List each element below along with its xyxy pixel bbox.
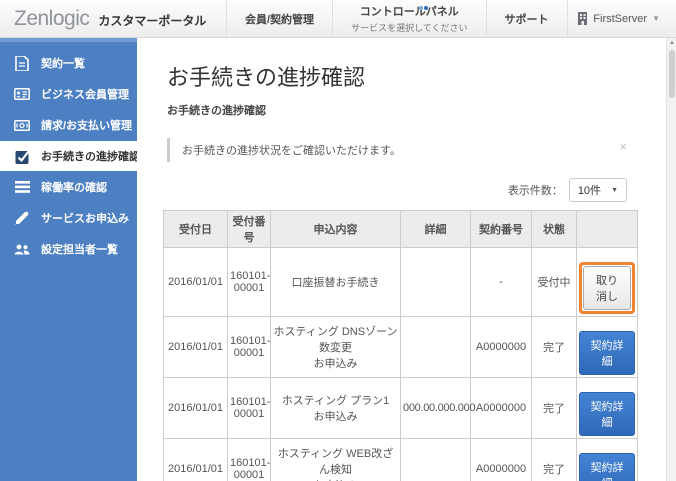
- cell-date: 2016/01/01: [164, 378, 228, 439]
- caret-down-icon: ▼: [652, 14, 660, 23]
- status-badge: 完了: [532, 439, 577, 481]
- col-header-action: [577, 211, 638, 248]
- sidebar-item-procedure-progress[interactable]: お手続きの進捗確認: [0, 141, 137, 171]
- table-row: 2016/01/01 160101-00001 口座振替お手続き - 受付中 取…: [164, 248, 638, 317]
- cell-content: ホスティング プラン1 お申込み: [271, 378, 401, 439]
- highlight-box: 取り消し: [579, 262, 635, 314]
- notice-banner: お手続きの進捗状況をご確認いただけます。 ×: [167, 138, 627, 162]
- main-content: お手続きの進捗確認 お手続きの進捗確認 お手続きの進捗状況をご確認いただけます。…: [137, 38, 666, 481]
- scrollbar[interactable]: ▲: [666, 38, 676, 481]
- sidebar-item-contract-list[interactable]: 契約一覧: [0, 48, 137, 78]
- list-icon: [14, 179, 30, 195]
- header-bar: Zenlogic カスタマーポータル 会員/契約管理 コントロールパネル サービ…: [0, 0, 676, 38]
- logo-text: Zenlogic: [14, 7, 89, 31]
- col-header-contract: 契約番号: [471, 211, 532, 248]
- display-count-top: 表示件数： 10件 ▼: [137, 178, 627, 202]
- cell-date: 2016/01/01: [164, 439, 228, 481]
- cell-contract: -: [471, 248, 532, 317]
- logo-subtitle: カスタマーポータル: [98, 12, 206, 29]
- cell-action: 取り消し: [577, 248, 638, 317]
- cell-number: 160101-00001: [228, 248, 271, 317]
- scrollbar-thumb[interactable]: [669, 50, 675, 98]
- cell-action: 契約詳細: [577, 317, 638, 378]
- header-nav: 会員/契約管理 コントロールパネル サービスを選択してください サポート: [226, 0, 568, 37]
- contract-detail-button[interactable]: 契約詳細: [579, 453, 635, 481]
- col-header-date: 受付日: [164, 211, 228, 248]
- sidebar: 契約一覧 ビジネス会員管理 請求/お支払い管理 お手続きの進捗確認 稼働率の確認…: [0, 38, 137, 481]
- nav-item-support[interactable]: サポート: [486, 0, 568, 37]
- status-badge: 完了: [532, 317, 577, 378]
- logo-dots-icon: [419, 0, 431, 1]
- account-menu[interactable]: FirstServer ▼: [577, 0, 676, 37]
- cell-number: 160101-00001: [228, 439, 271, 481]
- cell-contract: A0000000: [471, 439, 532, 481]
- contract-detail-button[interactable]: 契約詳細: [579, 331, 635, 375]
- table-header-row: 受付日 受付番号 申込内容 詳細 契約番号 状態: [164, 211, 638, 248]
- checkbox-icon: [14, 148, 30, 164]
- users-icon: [14, 241, 30, 257]
- close-icon[interactable]: ×: [619, 140, 627, 153]
- account-name: FirstServer: [593, 13, 647, 25]
- cell-detail: [401, 317, 471, 378]
- scrollbar-up-icon[interactable]: ▲: [667, 38, 676, 48]
- sidebar-item-uptime[interactable]: 稼働率の確認: [0, 172, 137, 202]
- zenlogic-logo[interactable]: Zenlogic カスタマーポータル: [0, 0, 226, 37]
- cell-content: ホスティング WEB改ざん検知 お申込み: [271, 439, 401, 481]
- sidebar-item-business-members[interactable]: ビジネス会員管理: [0, 79, 137, 109]
- notice-text: お手続きの進捗状況をご確認いただけます。: [182, 142, 401, 158]
- contract-detail-button[interactable]: 契約詳細: [579, 392, 635, 436]
- sidebar-item-service-apply[interactable]: サービスお申込み: [0, 203, 137, 233]
- col-header-detail: 詳細: [401, 211, 471, 248]
- cancel-button[interactable]: 取り消し: [583, 266, 631, 310]
- cell-detail: [401, 248, 471, 317]
- sidebar-item-billing[interactable]: 請求/お支払い管理: [0, 110, 137, 140]
- cell-action: 契約詳細: [577, 439, 638, 481]
- display-count-value: 10件: [578, 182, 601, 198]
- cell-date: 2016/01/01: [164, 317, 228, 378]
- col-header-content: 申込内容: [271, 211, 401, 248]
- pen-icon: [14, 210, 30, 226]
- bill-icon: [14, 117, 30, 133]
- col-header-status: 状態: [532, 211, 577, 248]
- caret-down-icon: ▼: [611, 187, 618, 194]
- display-count-select[interactable]: 10件 ▼: [569, 178, 627, 202]
- cell-number: 160101-00001: [228, 378, 271, 439]
- status-badge: 完了: [532, 378, 577, 439]
- cell-contract: A0000000: [471, 317, 532, 378]
- id-card-icon: [14, 86, 30, 102]
- document-icon: [14, 55, 30, 71]
- building-icon: [577, 12, 588, 25]
- sidebar-top-strip: [0, 38, 137, 42]
- cell-detail: 000.00.000.000: [401, 378, 471, 439]
- breadcrumb: お手続きの進捗確認: [167, 102, 666, 118]
- status-badge: 受付中: [532, 248, 577, 317]
- table-row: 2016/01/01 160101-00001 ホスティング WEB改ざん検知 …: [164, 439, 638, 481]
- nav-item-control-panel[interactable]: コントロールパネル サービスを選択してください: [332, 0, 485, 37]
- cell-content: 口座振替お手続き: [271, 248, 401, 317]
- col-header-number: 受付番号: [228, 211, 271, 248]
- table-row: 2016/01/01 160101-00001 ホスティング DNSゾーン数変更…: [164, 317, 638, 378]
- cell-number: 160101-00001: [228, 317, 271, 378]
- cell-action: 契約詳細: [577, 378, 638, 439]
- cell-contract: A0000000: [471, 378, 532, 439]
- page-title: お手続きの進捗確認: [167, 60, 666, 92]
- cell-content: ホスティング DNSゾーン数変更 お申込み: [271, 317, 401, 378]
- cell-detail: [401, 439, 471, 481]
- sidebar-item-admin-list[interactable]: 設定担当者一覧: [0, 234, 137, 264]
- display-count-label: 表示件数：: [508, 182, 563, 198]
- cell-date: 2016/01/01: [164, 248, 228, 317]
- table-row: 2016/01/01 160101-00001 ホスティング プラン1 お申込み…: [164, 378, 638, 439]
- nav-item-member-contract[interactable]: 会員/契約管理: [226, 0, 332, 37]
- results-table: 受付日 受付番号 申込内容 詳細 契約番号 状態 2016/01/01 1601…: [163, 210, 638, 481]
